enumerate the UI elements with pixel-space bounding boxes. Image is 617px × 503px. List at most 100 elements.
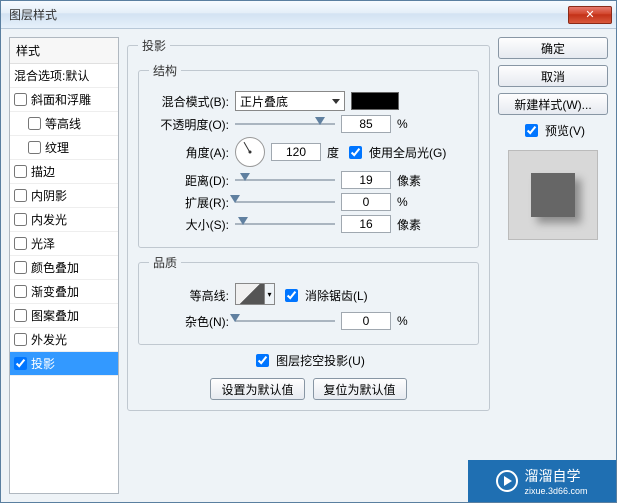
global-light-checkbox[interactable] <box>349 146 362 159</box>
watermark-logo-icon <box>496 470 518 492</box>
watermark-main: 溜溜自学 <box>524 468 580 484</box>
styles-sidebar: 样式 混合选项:默认 斜面和浮雕 等高线 纹理 描边 内阴影 <box>9 37 119 494</box>
preview-box <box>508 150 598 240</box>
ok-button[interactable]: 确定 <box>498 37 608 59</box>
antialias-label: 消除锯齿(L) <box>305 287 368 304</box>
global-light-label: 使用全局光(G) <box>369 144 446 161</box>
angle-label: 角度(A): <box>149 144 229 161</box>
shadow-color-swatch[interactable] <box>351 92 399 110</box>
spread-label: 扩展(R): <box>149 194 229 211</box>
contour-q-label: 等高线: <box>149 287 229 304</box>
close-icon: ✕ <box>585 8 594 21</box>
window-title: 图层样式 <box>9 6 568 23</box>
noise-input[interactable]: 0 <box>341 312 391 330</box>
blend-mode-label: 混合模式(B): <box>149 93 229 110</box>
spread-unit: % <box>397 195 427 209</box>
drop-shadow-legend: 投影 <box>138 37 170 54</box>
watermark-sub: zixue.3d66.com <box>524 486 587 496</box>
inner-shadow-checkbox[interactable] <box>14 189 27 202</box>
layer-style-dialog: 图层样式 ✕ 样式 混合选项:默认 斜面和浮雕 等高线 纹理 <box>0 0 617 503</box>
noise-unit: % <box>397 314 427 328</box>
quality-fieldset: 品质 等高线: ▾ 消除锯齿(L) 杂色(N): <box>138 254 479 345</box>
cancel-button[interactable]: 取消 <box>498 65 608 87</box>
gradient-overlay-label: 渐变叠加 <box>31 283 79 300</box>
outer-glow-label: 外发光 <box>31 331 67 348</box>
color-overlay-checkbox[interactable] <box>14 261 27 274</box>
texture-label: 纹理 <box>45 139 69 156</box>
contour-checkbox[interactable] <box>28 117 41 130</box>
reset-default-button[interactable]: 复位为默认值 <box>313 378 407 400</box>
contour-picker[interactable] <box>235 283 265 305</box>
pattern-overlay-label: 图案叠加 <box>31 307 79 324</box>
inner-glow-label: 内发光 <box>31 211 67 228</box>
satin-label: 光泽 <box>31 235 55 252</box>
settings-panel: 投影 结构 混合模式(B): 正片叠底 不透明度(O): <box>127 37 490 494</box>
spread-slider[interactable] <box>235 195 335 209</box>
size-input[interactable]: 16 <box>341 215 391 233</box>
sidebar-item-bevel[interactable]: 斜面和浮雕 <box>10 88 118 112</box>
spread-input[interactable]: 0 <box>341 193 391 211</box>
sidebar-item-pattern-overlay[interactable]: 图案叠加 <box>10 304 118 328</box>
size-label: 大小(S): <box>149 216 229 233</box>
sidebar-item-inner-glow[interactable]: 内发光 <box>10 208 118 232</box>
right-column: 确定 取消 新建样式(W)... 预览(V) <box>498 37 608 494</box>
set-default-button[interactable]: 设置为默认值 <box>210 378 304 400</box>
opacity-input[interactable]: 85 <box>341 115 391 133</box>
sidebar-item-gradient-overlay[interactable]: 渐变叠加 <box>10 280 118 304</box>
blend-options-label: 混合选项:默认 <box>14 67 89 84</box>
size-unit: 像素 <box>397 216 427 233</box>
opacity-unit: % <box>397 117 427 131</box>
stroke-checkbox[interactable] <box>14 165 27 178</box>
size-slider[interactable] <box>235 217 335 231</box>
structure-legend: 结构 <box>149 62 181 79</box>
angle-dial[interactable] <box>235 137 265 167</box>
sidebar-item-stroke[interactable]: 描边 <box>10 160 118 184</box>
satin-checkbox[interactable] <box>14 237 27 250</box>
knockout-checkbox[interactable] <box>256 354 269 367</box>
angle-unit: 度 <box>327 144 339 161</box>
drop-shadow-checkbox[interactable] <box>14 357 27 370</box>
gradient-overlay-checkbox[interactable] <box>14 285 27 298</box>
inner-glow-checkbox[interactable] <box>14 213 27 226</box>
drop-shadow-fieldset: 投影 结构 混合模式(B): 正片叠底 不透明度(O): <box>127 37 490 411</box>
inner-shadow-label: 内阴影 <box>31 187 67 204</box>
watermark: 溜溜自学 zixue.3d66.com <box>468 460 616 502</box>
distance-unit: 像素 <box>397 172 427 189</box>
close-button[interactable]: ✕ <box>568 6 612 24</box>
stroke-label: 描边 <box>31 163 55 180</box>
distance-input[interactable]: 19 <box>341 171 391 189</box>
bevel-label: 斜面和浮雕 <box>31 91 91 108</box>
opacity-label: 不透明度(O): <box>149 116 229 133</box>
drop-shadow-label: 投影 <box>31 355 55 372</box>
preview-label: 预览(V) <box>545 122 585 139</box>
sidebar-item-color-overlay[interactable]: 颜色叠加 <box>10 256 118 280</box>
sidebar-item-outer-glow[interactable]: 外发光 <box>10 328 118 352</box>
noise-label: 杂色(N): <box>149 313 229 330</box>
quality-legend: 品质 <box>149 254 181 271</box>
sidebar-item-drop-shadow[interactable]: 投影 <box>10 352 118 376</box>
sidebar-item-texture[interactable]: 纹理 <box>10 136 118 160</box>
knockout-label: 图层挖空投影(U) <box>276 352 365 369</box>
pattern-overlay-checkbox[interactable] <box>14 309 27 322</box>
bevel-checkbox[interactable] <box>14 93 27 106</box>
texture-checkbox[interactable] <box>28 141 41 154</box>
preview-sample <box>531 173 575 217</box>
contour-dropdown[interactable]: ▾ <box>265 283 275 305</box>
blend-mode-select[interactable]: 正片叠底 <box>235 91 345 111</box>
noise-slider[interactable] <box>235 314 335 328</box>
preview-checkbox[interactable] <box>525 124 538 137</box>
antialias-checkbox[interactable] <box>285 289 298 302</box>
sidebar-item-contour[interactable]: 等高线 <box>10 112 118 136</box>
outer-glow-checkbox[interactable] <box>14 333 27 346</box>
sidebar-blend-options[interactable]: 混合选项:默认 <box>10 64 118 88</box>
chevron-down-icon <box>332 99 340 104</box>
opacity-slider[interactable] <box>235 117 335 131</box>
sidebar-item-satin[interactable]: 光泽 <box>10 232 118 256</box>
distance-slider[interactable] <box>235 173 335 187</box>
contour-label: 等高线 <box>45 115 81 132</box>
structure-fieldset: 结构 混合模式(B): 正片叠底 不透明度(O): <box>138 62 479 248</box>
angle-input[interactable]: 120 <box>271 143 321 161</box>
new-style-button[interactable]: 新建样式(W)... <box>498 93 608 115</box>
sidebar-header: 样式 <box>10 38 118 64</box>
sidebar-item-inner-shadow[interactable]: 内阴影 <box>10 184 118 208</box>
